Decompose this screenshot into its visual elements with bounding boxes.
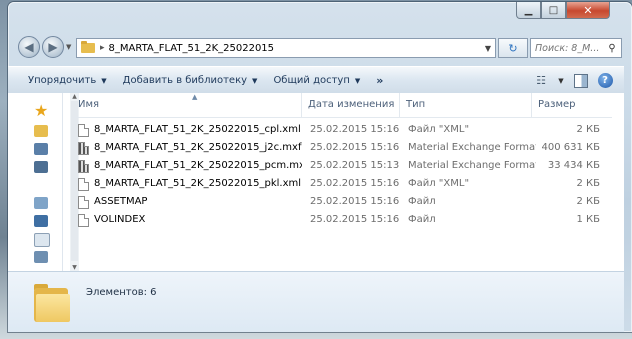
explorer-window: ▁ □ ✕ ◀ ▶ ▼ ▸ 8_MARTA_FLAT_51_2K_2502201… (8, 2, 632, 332)
caption-buttons: ▁ □ ✕ (516, 2, 610, 19)
preview-pane-button[interactable] (572, 73, 590, 89)
command-bar: Упорядочить ▼ Добавить в библиотеку ▼ Об… (8, 66, 624, 95)
picture-icon[interactable] (34, 215, 48, 227)
views-icon: ☷ (536, 74, 546, 87)
arrow-right-icon: ▶ (48, 40, 58, 54)
change-view-button[interactable]: ☷ (532, 73, 550, 89)
organize-label: Упорядочить (28, 75, 97, 86)
file-size: 2 КБ (576, 124, 600, 135)
file-size: 1 КБ (576, 214, 600, 225)
navigation-pane[interactable]: ★ ▲ ▼ (26, 93, 79, 271)
file-type: Файл "XML" (408, 124, 470, 135)
maximize-button[interactable]: □ (541, 2, 566, 19)
column-size-header[interactable]: Размер (532, 93, 612, 117)
more-commands-button[interactable]: » (368, 74, 391, 87)
document-icon[interactable] (34, 233, 50, 247)
chevron-down-icon: ▼ (252, 76, 258, 85)
file-size: 2 КБ (576, 196, 600, 207)
file-size: 400 631 КБ (541, 142, 601, 153)
chevron-down-icon: ▼ (354, 76, 361, 85)
file-list: ▲ Имя Дата изменения Тип Размер 8_MARTA_… (72, 93, 612, 271)
media-file-icon (78, 159, 89, 173)
file-row[interactable]: ASSETMAP 25.02.2015 15:16 Файл 2 КБ (72, 193, 612, 211)
file-row[interactable]: 8_MARTA_FLAT_51_2K_25022015_pkl.xml 25.0… (72, 175, 612, 193)
preview-pane-icon (574, 73, 588, 88)
file-date: 25.02.2015 15:16 (310, 142, 400, 153)
content-area: ★ ▲ ▼ ▲ Имя Дата изменения Тип Размер 8_… (8, 93, 624, 271)
view-dropdown[interactable]: ▼ (556, 73, 566, 89)
share-label: Общий доступ (273, 75, 350, 86)
folder-icon (81, 41, 95, 53)
minimize-button[interactable]: ▁ (516, 2, 541, 19)
library-icon[interactable] (34, 197, 48, 209)
file-size: 2 КБ (576, 178, 600, 189)
refresh-button[interactable]: ↻ (498, 38, 528, 58)
file-row[interactable]: VOLINDEX 25.02.2015 15:16 Файл 1 КБ (72, 211, 612, 229)
file-name: VOLINDEX (94, 214, 146, 225)
document-icon (78, 177, 89, 191)
file-type: Material Exchange Format (408, 142, 536, 153)
file-type: Файл "XML" (408, 178, 470, 189)
file-name: 8_MARTA_FLAT_51_2K_25022015_pcm.mxf (94, 160, 302, 171)
details-pane: Элементов: 6 (8, 271, 624, 332)
column-type-header[interactable]: Тип (400, 93, 532, 117)
column-date-header[interactable]: Дата изменения (302, 93, 400, 117)
video-icon[interactable] (34, 251, 48, 263)
file-name: 8_MARTA_FLAT_51_2K_25022015_pkl.xml (94, 178, 302, 189)
items-count: Элементов: 6 (86, 287, 157, 298)
file-name: 8_MARTA_FLAT_51_2K_25022015_cpl.xml (94, 124, 301, 135)
add-to-library-menu[interactable]: Добавить в библиотеку ▼ (115, 67, 266, 94)
help-icon: ? (597, 73, 613, 88)
file-name: ASSETMAP (94, 196, 148, 207)
address-dropdown-icon[interactable]: ▼ (481, 44, 495, 53)
search-input[interactable] (531, 42, 603, 54)
organize-menu[interactable]: Упорядочить ▼ (8, 67, 115, 94)
file-size: 33 434 КБ (547, 160, 600, 171)
search-box[interactable]: ⚲ (530, 38, 622, 58)
file-row[interactable]: 8_MARTA_FLAT_51_2K_25022015_j2c.mxf 25.0… (72, 139, 612, 157)
close-button[interactable]: ✕ (566, 2, 610, 19)
address-bar[interactable]: ▸ 8_MARTA_FLAT_51_2K_25022015 ▼ (76, 38, 496, 58)
chevron-down-icon: ▼ (101, 76, 107, 85)
file-row[interactable]: 8_MARTA_FLAT_51_2K_25022015_pcm.mxf 25.0… (72, 157, 612, 175)
share-menu[interactable]: Общий доступ ▼ (265, 67, 368, 94)
file-name: 8_MARTA_FLAT_51_2K_25022015_j2c.mxf (94, 142, 302, 153)
recent-pages-dropdown[interactable]: ▼ (66, 43, 71, 51)
document-icon (78, 195, 89, 209)
breadcrumb-folder[interactable]: 8_MARTA_FLAT_51_2K_25022015 (109, 43, 275, 54)
path-separator[interactable]: ▸ (100, 43, 105, 53)
file-date: 25.02.2015 15:13 (310, 160, 400, 171)
document-icon (78, 123, 89, 137)
file-date: 25.02.2015 15:16 (310, 214, 400, 225)
file-type: Файл (408, 214, 436, 225)
folder-icon (32, 282, 72, 322)
computer-icon[interactable] (34, 161, 48, 173)
forward-button[interactable]: ▶ (42, 36, 64, 58)
column-name-header[interactable]: Имя (72, 93, 302, 117)
file-type: Material Exchange Format (408, 160, 536, 171)
help-button[interactable]: ? (596, 73, 614, 89)
file-row[interactable]: 8_MARTA_FLAT_51_2K_25022015_cpl.xml 25.0… (72, 121, 612, 139)
desktop-icon[interactable] (34, 143, 48, 155)
arrow-left-icon: ◀ (24, 40, 34, 54)
file-date: 25.02.2015 15:16 (310, 178, 400, 189)
media-file-icon (78, 141, 89, 155)
add-to-library-label: Добавить в библиотеку (122, 75, 248, 86)
refresh-icon: ↻ (508, 41, 518, 55)
back-button[interactable]: ◀ (18, 36, 40, 58)
file-type: Файл (408, 196, 436, 207)
search-icon[interactable]: ⚲ (603, 43, 621, 54)
document-icon (78, 213, 89, 227)
folder-icon[interactable] (34, 125, 48, 137)
navigation-bar: ◀ ▶ ▼ ▸ 8_MARTA_FLAT_51_2K_25022015 ▼ ↻ … (8, 34, 632, 62)
file-date: 25.02.2015 15:16 (310, 196, 400, 207)
column-header-row: ▲ Имя Дата изменения Тип Размер (72, 93, 612, 118)
file-date: 25.02.2015 15:16 (310, 124, 400, 135)
